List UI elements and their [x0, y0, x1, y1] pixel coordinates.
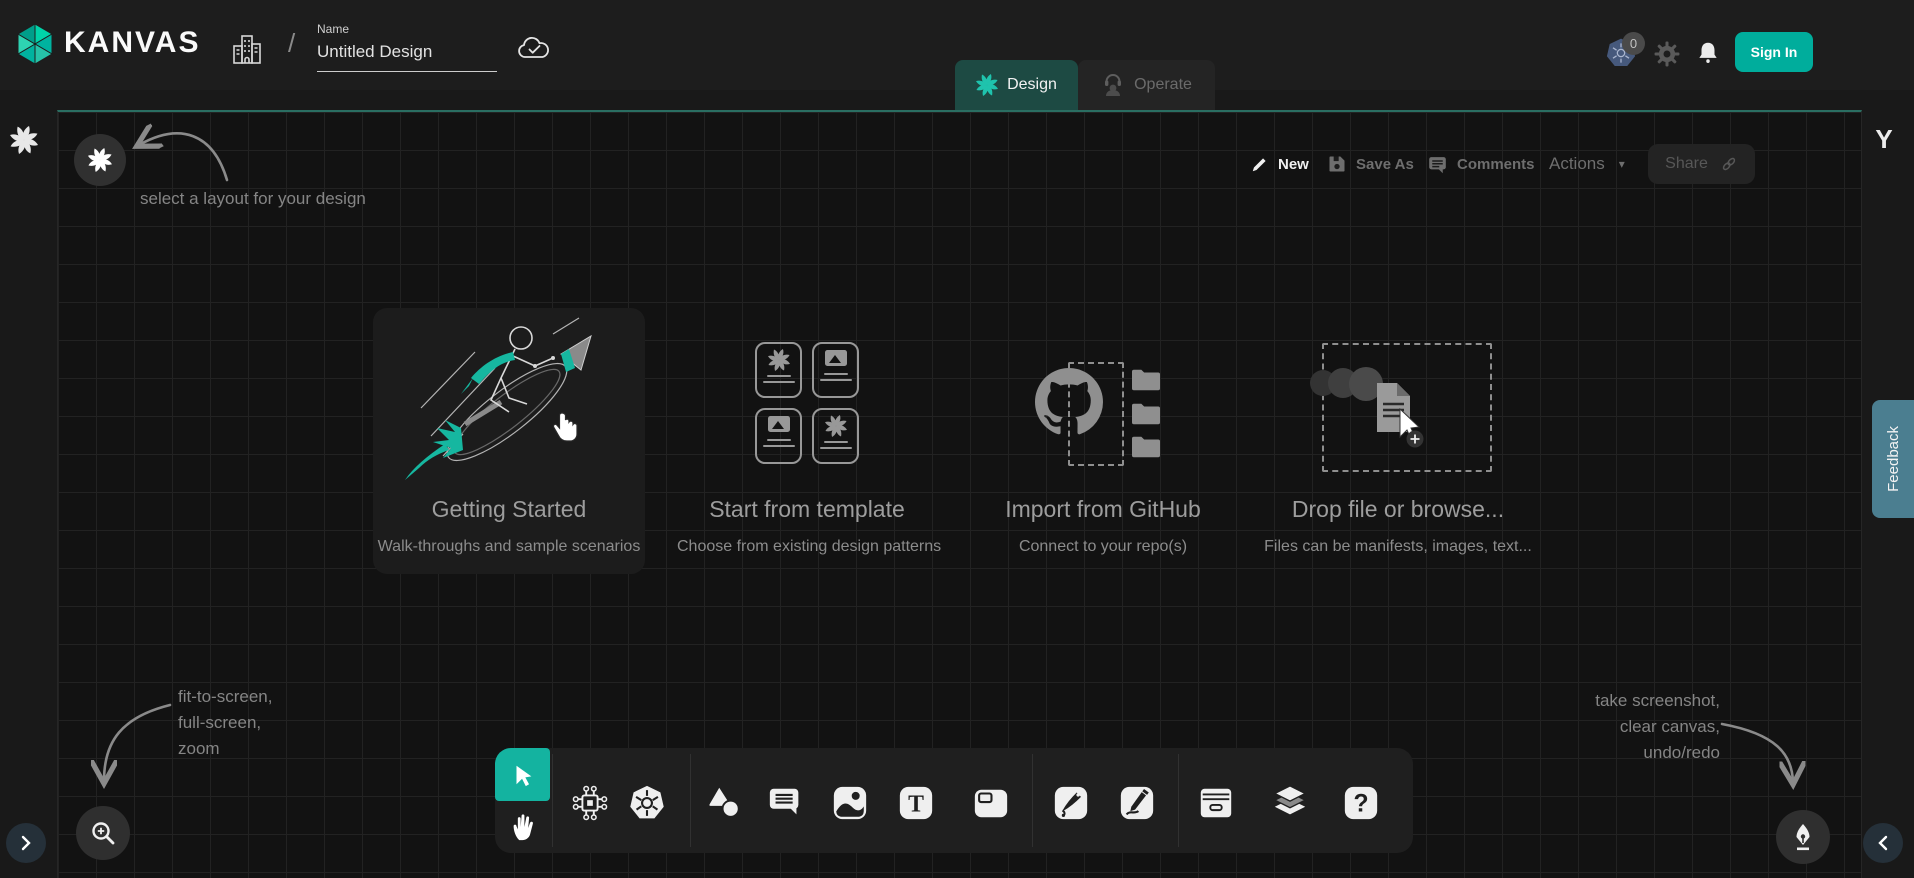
card-subtitle: Walk-throughs and sample scenarios: [373, 538, 645, 556]
screenshot-hint-text: take screenshot, clear canvas, undo/redo: [1560, 688, 1720, 766]
image-icon: [767, 415, 791, 435]
kanvas-app: KANVAS / Name Untitled Design: [0, 0, 1914, 878]
feedback-tab[interactable]: Feedback: [1872, 400, 1914, 518]
tab-operate-label: Operate: [1134, 76, 1192, 94]
zoom-button[interactable]: [76, 806, 130, 860]
pinwheel-icon: [825, 415, 847, 437]
new-button[interactable]: New: [1250, 143, 1309, 185]
card-title: Getting Started: [373, 496, 645, 523]
canvas-toolbar: T: [495, 748, 1413, 853]
card-title: Import from GitHub: [957, 496, 1249, 523]
save-as-label: Save As: [1356, 156, 1414, 173]
svg-text:T: T: [908, 792, 924, 818]
pan-tool-button[interactable]: [495, 801, 550, 853]
organization-building-icon[interactable]: [230, 32, 264, 66]
template-tile: [755, 342, 802, 398]
actions-label: Actions: [1549, 154, 1605, 174]
notifications-bell-icon[interactable]: [1695, 39, 1721, 67]
comments-label: Comments: [1457, 156, 1535, 173]
pencil-icon: [1250, 155, 1269, 174]
canvas-actions-button[interactable]: [1776, 810, 1830, 864]
select-tool-button[interactable]: [495, 748, 550, 801]
expand-left-panel-button[interactable]: [6, 823, 46, 863]
card-title: Drop file or browse...: [1252, 496, 1544, 523]
component-circuit-icon[interactable]: [571, 784, 609, 822]
comment-icon: [1427, 154, 1448, 175]
template-tile: [812, 342, 859, 398]
kubernetes-wheel-icon[interactable]: [628, 784, 666, 822]
design-pinwheel-icon: [976, 74, 998, 96]
template-tile: [755, 408, 802, 464]
breadcrumb-separator: /: [288, 28, 295, 59]
card-subtitle: Connect to your repo(s): [957, 538, 1249, 556]
help-icon[interactable]: ?: [1342, 784, 1380, 822]
kanvas-logo-icon: [12, 21, 58, 67]
pen-nib-icon: [1789, 822, 1817, 852]
svg-text:?: ?: [1353, 791, 1368, 818]
shapes-icon[interactable]: [705, 784, 743, 822]
folder-icon: [1129, 433, 1163, 461]
pencil-draw-icon[interactable]: [1118, 784, 1156, 822]
text-tool-icon[interactable]: T: [897, 784, 935, 822]
cloud-saved-icon: [516, 34, 552, 62]
folder-icon: [1129, 400, 1163, 428]
share-label: Share: [1665, 155, 1708, 173]
sign-in-button[interactable]: Sign In: [1735, 32, 1813, 72]
settings-gear-icon[interactable]: [1654, 41, 1680, 67]
github-octocat-icon: [1035, 368, 1103, 436]
card-title: Start from template: [677, 496, 937, 523]
hand-cursor: [550, 410, 582, 446]
template-tile: [812, 408, 859, 464]
save-as-button[interactable]: Save As: [1327, 143, 1414, 185]
card-start-from-template[interactable]: Start from template Choose from existing…: [677, 308, 937, 574]
cursor-tool-icon: [510, 762, 536, 788]
drop-file-illustration: [1304, 363, 1434, 458]
image-tool-icon[interactable]: [831, 784, 869, 822]
card-getting-started[interactable]: Getting Started Walk-throughs and sample…: [373, 308, 645, 574]
context-count-badge[interactable]: 0: [1622, 32, 1645, 55]
side-y-logo: Y: [1870, 124, 1898, 155]
arrow-annotation-layout: [105, 108, 240, 193]
link-icon: [1720, 155, 1738, 173]
pinwheel-icon: [768, 349, 790, 371]
rocket-doodle: [403, 316, 615, 488]
sidebar-pinwheel-logo-icon: [10, 126, 38, 154]
image-icon: [824, 349, 848, 369]
expand-right-panel-button[interactable]: [1863, 823, 1903, 863]
caret-down-icon: ▾: [1619, 157, 1625, 171]
hand-tool-icon: [509, 812, 537, 842]
actions-dropdown[interactable]: Actions ▾: [1549, 143, 1625, 185]
design-name-input[interactable]: Untitled Design: [317, 42, 497, 72]
feedback-label: Feedback: [1885, 426, 1902, 492]
card-drop-file[interactable]: Drop file or browse... Files can be mani…: [1252, 308, 1544, 574]
layers-icon[interactable]: [1271, 784, 1309, 822]
tab-design[interactable]: Design: [955, 60, 1078, 110]
layout-hint-text: select a layout for your design: [140, 186, 366, 212]
zoom-in-icon: [89, 819, 117, 847]
comments-button[interactable]: Comments: [1427, 143, 1535, 185]
tab-design-label: Design: [1007, 76, 1057, 94]
new-label: New: [1278, 156, 1309, 173]
pen-tool-icon[interactable]: [1052, 784, 1090, 822]
arrow-annotation-screenshot: [1712, 692, 1807, 797]
chevron-left-icon: [1875, 835, 1891, 851]
headset-icon: [1101, 73, 1125, 97]
design-name-label: Name: [317, 22, 349, 36]
window-tool-icon[interactable]: [972, 784, 1010, 822]
tab-operate[interactable]: Operate: [1078, 60, 1215, 110]
share-button[interactable]: Share: [1648, 144, 1755, 184]
card-import-from-github[interactable]: Import from GitHub Connect to your repo(…: [957, 308, 1249, 574]
card-subtitle: Choose from existing design patterns: [677, 538, 937, 556]
chevron-right-icon: [18, 835, 34, 851]
brand-name: KANVAS: [64, 26, 200, 60]
drawer-icon[interactable]: [1197, 784, 1235, 822]
save-icon: [1327, 154, 1347, 174]
folder-icon: [1129, 366, 1163, 394]
chat-comment-icon[interactable]: [767, 784, 805, 822]
arrow-annotation-zoom: [78, 693, 193, 798]
card-subtitle: Files can be manifests, images, text...: [1252, 538, 1544, 556]
